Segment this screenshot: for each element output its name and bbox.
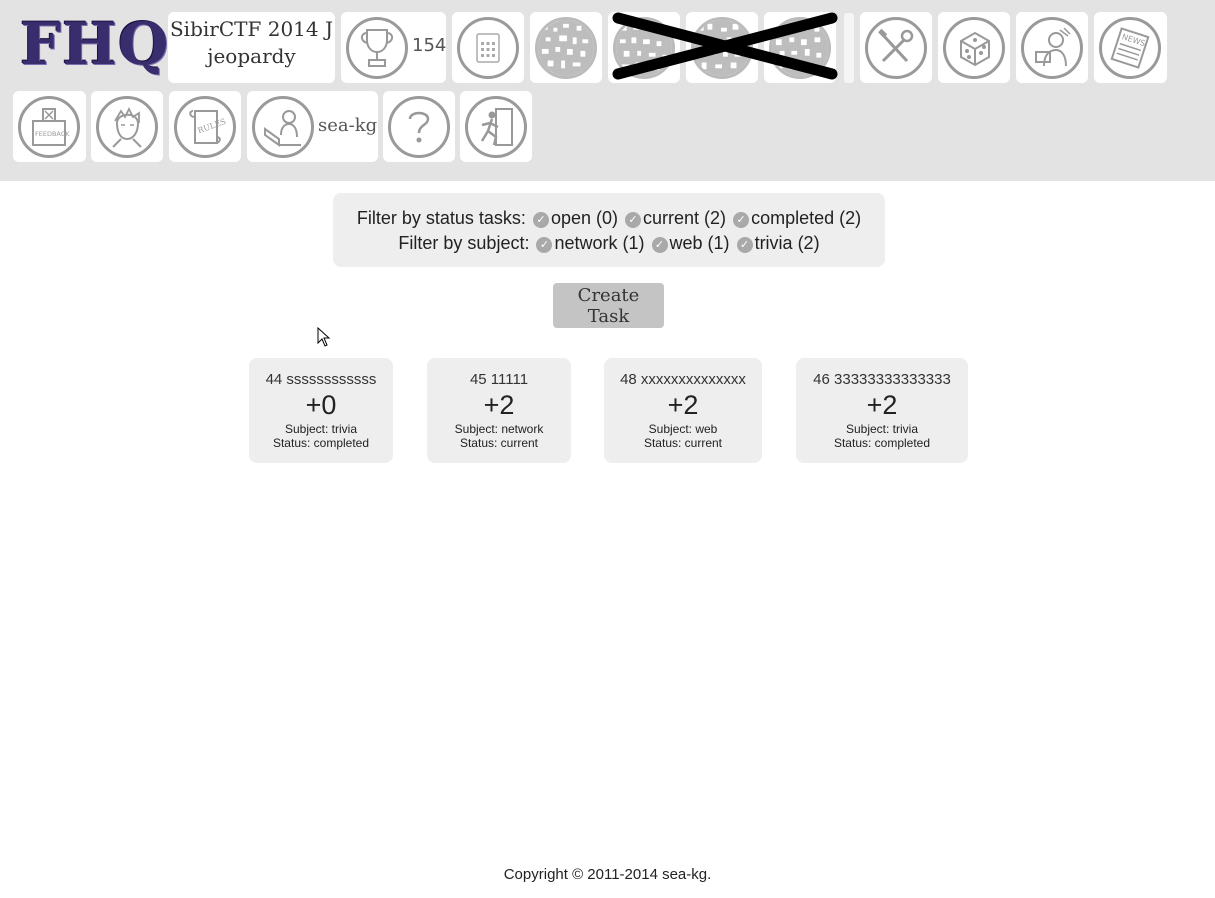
- logout-tile[interactable]: [460, 91, 532, 162]
- fhq-logo[interactable]: FHQ: [20, 10, 170, 78]
- checkmark-icon[interactable]: ✓: [536, 237, 553, 253]
- task-status: Status: completed: [272, 436, 370, 450]
- help-question-icon: [388, 96, 450, 158]
- task-score: +0: [305, 390, 337, 420]
- top-navigation-bar: FHQ SibirCTF 2014 J jeopardy 154 NEWS FE…: [0, 0, 1215, 181]
- checkmark-icon[interactable]: ✓: [651, 237, 668, 253]
- qr-tile-3[interactable]: [686, 12, 758, 83]
- username-label: sea-kg: [318, 115, 378, 136]
- task-score: +2: [866, 390, 898, 420]
- checkmark-icon[interactable]: ✓: [736, 237, 753, 253]
- help-tile[interactable]: [383, 91, 455, 162]
- task-subject: Subject: trivia: [845, 422, 919, 436]
- game-title-line2: jeopardy: [207, 44, 296, 68]
- task-card[interactable]: 44 ssssssssssss +0 Subject: trivia Statu…: [249, 358, 393, 463]
- task-card[interactable]: 46 33333333333333 +2 Subject: trivia Sta…: [796, 358, 968, 463]
- task-name: 48 xxxxxxxxxxxxxx: [620, 371, 746, 388]
- filters-panel: Filter by status tasks: ✓ open (0) ✓ curre…: [333, 193, 885, 267]
- task-status: Status: current: [459, 436, 539, 450]
- copyright-footer: Copyright © 2011-2014 sea-kg.: [503, 866, 712, 883]
- task-card[interactable]: 45 11111 +2 Subject: network Status: cur…: [427, 358, 571, 463]
- game-title-line1: SibirCTF 2014 J: [169, 17, 333, 41]
- calculator-icon: [457, 17, 519, 79]
- filter-open[interactable]: open (0): [551, 208, 618, 228]
- task-name: 46 33333333333333: [813, 371, 951, 388]
- profile-tile[interactable]: [91, 91, 163, 162]
- rules-scroll-icon: RULES: [174, 96, 236, 158]
- filter-network[interactable]: network (1): [554, 233, 644, 253]
- task-name: 45 11111: [469, 371, 529, 388]
- game-select-tile[interactable]: SibirCTF 2014 J jeopardy: [168, 12, 335, 83]
- dice-icon: [943, 17, 1005, 79]
- admin-person-icon: [1021, 17, 1083, 79]
- calculator-tile[interactable]: [452, 12, 524, 83]
- admin-tile[interactable]: [1016, 12, 1088, 83]
- svg-text:FEEDBACK: FEEDBACK: [35, 130, 70, 138]
- task-name: 44 ssssssssssss: [265, 371, 377, 388]
- tools-icon: [865, 17, 927, 79]
- mouse-cursor-icon: [317, 327, 331, 347]
- feedback-tile[interactable]: FEEDBACK: [13, 91, 86, 162]
- task-status: Status: current: [643, 436, 723, 450]
- task-score: +2: [483, 390, 515, 420]
- feedback-box-icon: FEEDBACK: [18, 96, 80, 158]
- user-tile[interactable]: sea-kg: [247, 91, 378, 162]
- task-subject: Subject: web: [648, 422, 718, 436]
- news-icon: NEWS: [1099, 17, 1161, 79]
- rules-tile[interactable]: RULES: [169, 91, 241, 162]
- user-laptop-icon: [252, 96, 314, 158]
- exit-running-icon: [465, 96, 527, 158]
- task-subject: Subject: trivia: [284, 422, 358, 436]
- subject-filter-label: Filter by subject:: [398, 233, 530, 253]
- status-filter-row: Filter by status tasks: ✓ open (0) ✓ curre…: [333, 206, 885, 231]
- qr-code-icon: [769, 17, 831, 79]
- task-subject: Subject: network: [454, 422, 544, 436]
- checkmark-icon[interactable]: ✓: [733, 212, 750, 228]
- toolbar-divider: [844, 13, 854, 83]
- qr-code-icon: [535, 17, 597, 79]
- score-value: 154: [412, 35, 447, 56]
- status-filter-label: Filter by status tasks:: [356, 208, 526, 228]
- dice-tile[interactable]: [938, 12, 1010, 83]
- task-card[interactable]: 48 xxxxxxxxxxxxxx +2 Subject: web Status…: [604, 358, 762, 463]
- task-score: +2: [667, 390, 699, 420]
- create-task-button[interactable]: Create Task: [553, 283, 664, 328]
- qr-tile-2[interactable]: [608, 12, 680, 83]
- checkmark-icon[interactable]: ✓: [625, 212, 642, 228]
- filter-trivia[interactable]: trivia (2): [755, 233, 820, 253]
- filter-current[interactable]: current (2): [643, 208, 726, 228]
- subject-filter-row: Filter by subject: ✓ network (1) ✓ web (1)…: [333, 231, 885, 256]
- news-tile[interactable]: NEWS: [1094, 12, 1167, 83]
- checkmark-icon[interactable]: ✓: [532, 212, 549, 228]
- task-status: Status: completed: [833, 436, 931, 450]
- qr-tile-4[interactable]: [764, 12, 836, 83]
- trophy-icon: [346, 17, 408, 79]
- filter-web[interactable]: web (1): [670, 233, 730, 253]
- qr-tile-1[interactable]: [530, 12, 602, 83]
- profile-face-icon: [96, 96, 158, 158]
- filter-completed[interactable]: completed (2): [751, 208, 861, 228]
- tools-tile[interactable]: [860, 12, 932, 83]
- qr-code-icon: [691, 17, 753, 79]
- svg-text:RULES: RULES: [196, 117, 227, 136]
- qr-code-icon: [613, 17, 675, 79]
- score-tile[interactable]: 154: [341, 12, 446, 83]
